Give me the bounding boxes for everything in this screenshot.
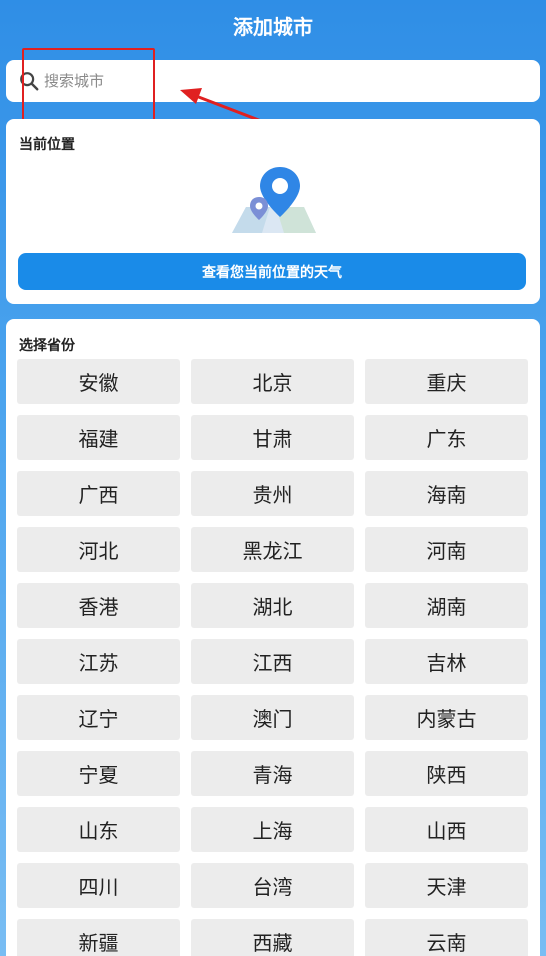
province-button[interactable]: 山西 xyxy=(365,807,528,852)
select-province-label: 选择省份 xyxy=(19,338,75,354)
current-location-card: 当前位置 查看您当前位置的天气 xyxy=(6,119,540,304)
search-icon xyxy=(20,72,39,91)
province-selection-card: 选择省份 安徽 北京 重庆 福建 甘肃 广东 广西 贵州 海南 河北 黑龙江 河… xyxy=(6,319,540,956)
current-location-label: 当前位置 xyxy=(19,137,75,153)
province-grid: 安徽 北京 重庆 福建 甘肃 广东 广西 贵州 海南 河北 黑龙江 河南 香港 … xyxy=(17,359,528,956)
province-button[interactable]: 江西 xyxy=(191,639,354,684)
province-button[interactable]: 甘肃 xyxy=(191,415,354,460)
province-button[interactable]: 内蒙古 xyxy=(365,695,528,740)
province-button[interactable]: 吉林 xyxy=(365,639,528,684)
province-button[interactable]: 黑龙江 xyxy=(191,527,354,572)
province-button[interactable]: 天津 xyxy=(365,863,528,908)
province-button[interactable]: 山东 xyxy=(17,807,180,852)
province-button[interactable]: 广西 xyxy=(17,471,180,516)
province-button[interactable]: 四川 xyxy=(17,863,180,908)
province-button[interactable]: 河北 xyxy=(17,527,180,572)
province-button[interactable]: 辽宁 xyxy=(17,695,180,740)
province-button[interactable]: 上海 xyxy=(191,807,354,852)
province-button[interactable]: 贵州 xyxy=(191,471,354,516)
province-button[interactable]: 陕西 xyxy=(365,751,528,796)
province-button[interactable]: 重庆 xyxy=(365,359,528,404)
province-button[interactable]: 湖南 xyxy=(365,583,528,628)
province-button[interactable]: 青海 xyxy=(191,751,354,796)
map-location-icon xyxy=(232,167,316,233)
province-button[interactable]: 广东 xyxy=(365,415,528,460)
province-button[interactable]: 湖北 xyxy=(191,583,354,628)
page-title: 添加城市 xyxy=(233,14,313,39)
province-button[interactable]: 新疆 xyxy=(17,919,180,956)
province-button[interactable]: 香港 xyxy=(17,583,180,628)
province-button[interactable]: 澳门 xyxy=(191,695,354,740)
province-button[interactable]: 西藏 xyxy=(191,919,354,956)
search-input[interactable] xyxy=(44,72,444,90)
province-button[interactable]: 安徽 xyxy=(17,359,180,404)
province-button[interactable]: 北京 xyxy=(191,359,354,404)
view-current-location-weather-button[interactable]: 查看您当前位置的天气 xyxy=(18,253,526,290)
province-button[interactable]: 海南 xyxy=(365,471,528,516)
province-button[interactable]: 福建 xyxy=(17,415,180,460)
province-button[interactable]: 江苏 xyxy=(17,639,180,684)
province-button[interactable]: 宁夏 xyxy=(17,751,180,796)
province-button[interactable]: 河南 xyxy=(365,527,528,572)
province-button[interactable]: 云南 xyxy=(365,919,528,956)
province-button[interactable]: 台湾 xyxy=(191,863,354,908)
search-bar[interactable] xyxy=(6,60,540,102)
